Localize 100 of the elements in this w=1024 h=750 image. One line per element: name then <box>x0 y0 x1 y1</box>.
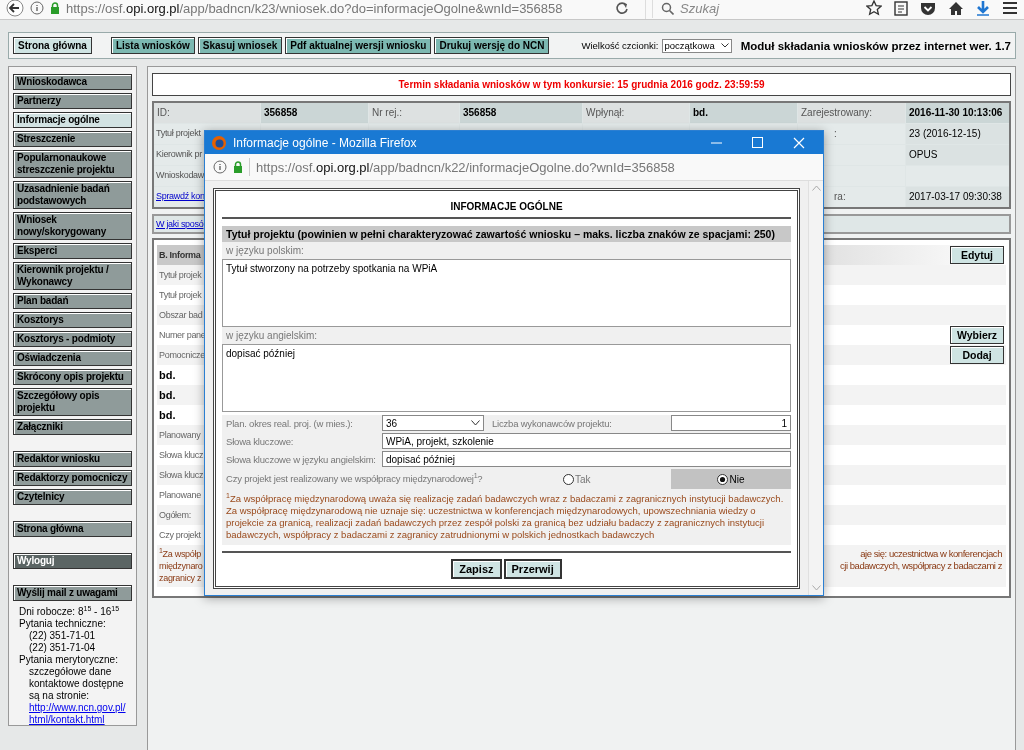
sidebar-item[interactable]: Redaktorzy pomocniczy <box>13 470 132 486</box>
help-link[interactable]: W jaki sposó <box>156 219 204 229</box>
field-label: ID: <box>154 103 260 123</box>
table-cell: 356858 <box>460 103 582 123</box>
back-icon[interactable] <box>6 0 24 17</box>
sidebar-item[interactable]: Redaktor wniosku <box>13 451 132 467</box>
sidebar-item[interactable]: Czytelnicy <box>13 489 132 505</box>
contact-link[interactable]: http://www.ncn.gov.pl/html/kontakt.html <box>29 702 127 726</box>
action-button[interactable]: Dodaj <box>950 346 1004 364</box>
maximize-icon[interactable] <box>752 137 763 148</box>
home-icon[interactable] <box>948 0 964 16</box>
sidebar-item[interactable]: Wnioskodawca <box>13 74 132 90</box>
sidebar-item[interactable]: Kierownik projektu / Wykonawcy <box>13 262 132 290</box>
sidebar-item[interactable]: Oświadczenia <box>13 350 132 366</box>
duration-dropdown[interactable]: 36 <box>382 415 484 431</box>
table-cell: OPUS <box>906 145 1009 165</box>
toolbar-button[interactable]: Pdf aktualnej wersji wniosku <box>285 37 432 54</box>
url-text: https://osf.opi.org.pl/app/badncn/k23/wniosek.do?do=informacjeOgolne&wnId=356858 <box>66 0 563 16</box>
link[interactable]: Sprawdź kon <box>156 191 205 201</box>
toolbar-button[interactable]: Skasuj wniosek <box>197 37 283 54</box>
footnote-text: $^{1}$Za współpracę międzynarodową uważa się realizację zadań badawczych wraz z badaczami z zagranicznych instytucji badawczych. Za współpracę międzynarodową nie uznaje się: uczestnictwa w konferencjach międzynarodowych, upowszechniania wiedzy o projekcie za granicą, realizacji zadań badawczych przez zespół polski za granicą bez udziału badaczy z zagranicznych instytucji badawczych, współpracy z badaczami z zagranicy zatrudnionymi w polskich jednostkach badawczych <box>222 489 791 545</box>
toolbar-button[interactable]: Lista wniosków <box>110 37 195 54</box>
module-title: Moduł składania wniosków przez internet wer. 1.7 <box>740 39 1011 52</box>
field-label: Słowa klucz <box>158 470 204 480</box>
field-label: Planowany <box>158 430 201 440</box>
sidebar-item[interactable]: Skrócony opis projektu <box>13 369 132 385</box>
table-cell: 2016-11-30 10:13:06 <box>906 103 1009 123</box>
field-label: Tytuł projek <box>158 290 202 300</box>
lock-icon <box>50 2 60 14</box>
phone-number: (22) 351-71-01 <box>28 630 97 642</box>
field-label: Czy projekt <box>158 530 201 540</box>
number-field[interactable]: 1 <box>671 415 791 431</box>
footnote-text: aje się: uczestnictwa w konferencjach <box>860 548 1002 560</box>
field-value: bd. <box>158 389 176 401</box>
contact-label: Pytania merytoryczne: <box>19 654 119 666</box>
sidebar-item[interactable]: Wniosek nowy/skorygowany <box>13 212 132 240</box>
table-cell: bd. <box>690 103 797 123</box>
form-heading: INFORMACJE OGÓLNE <box>222 195 791 219</box>
phone-number: (22) 351-71-04 <box>28 642 97 654</box>
section-title: B. Informa <box>159 250 201 260</box>
sidebar-item[interactable]: Kosztorys <box>13 312 132 328</box>
section-header: Tytuł projektu (powinien w pełni charakteryzować zawartość wniosku – maks. liczba znaków ze spacjami: 250) <box>222 226 791 242</box>
menu-icon[interactable] <box>1002 1 1018 15</box>
contact-label: Pytania techniczne: <box>19 618 107 630</box>
form-button[interactable]: Przerwij <box>503 559 562 579</box>
sidebar-item[interactable]: Partnerzy <box>13 93 132 109</box>
chevron-down-icon <box>471 420 480 426</box>
field-label: Planowane <box>158 490 201 500</box>
reload-icon[interactable] <box>615 1 629 15</box>
footnote-text: $^{1}$Za współp <box>159 548 202 560</box>
text-field[interactable]: dopisać później <box>382 451 791 467</box>
field-label: w języku angielskim: <box>222 327 791 344</box>
text-area[interactable]: Tytuł stworzony na potrzeby spotkania na WPiA <box>222 259 791 327</box>
text-field[interactable]: WPiA, projekt, szkolenie <box>382 433 791 449</box>
close-icon[interactable] <box>793 136 805 149</box>
table-cell: 2017-03-17 09:30:38 <box>906 187 1009 207</box>
sidebar-item[interactable]: Szczegółowy opis projektu <box>13 388 132 416</box>
field-label: Wpłynął: <box>583 103 689 123</box>
sidebar-item[interactable]: Plan badań <box>13 293 132 309</box>
sidebar-item[interactable]: Strona główna <box>13 521 132 537</box>
field-label: Słowa kluczowe w języku angielskim: <box>225 452 377 467</box>
logout-button[interactable]: Wyloguj <box>13 553 132 569</box>
field-label: Ogółem: <box>158 510 191 520</box>
radio-option[interactable]: Nie <box>671 469 791 489</box>
sidebar-item[interactable]: Uzasadnienie badań podstawowych <box>13 181 132 209</box>
action-button[interactable]: Wybierz <box>950 326 1004 344</box>
sidebar-item[interactable]: Streszczenie <box>13 131 132 147</box>
star-icon[interactable] <box>866 0 882 16</box>
working-hours: Dni robocze: 8$^{15}$ - 16$^{15}$ <box>19 606 121 618</box>
field-label: Liczba wykonawców projektu: <box>491 416 613 431</box>
sidebar-item[interactable]: Kosztorys - podmioty <box>13 331 132 347</box>
radio-option[interactable]: Tak <box>482 469 671 489</box>
sidebar-item[interactable]: Wyślij mail z uwagami <box>13 585 132 601</box>
sidebar-item[interactable]: Popularnonaukowe streszczenie projektu <box>13 150 132 178</box>
pocket-icon[interactable] <box>920 0 936 16</box>
field-label: Pomocnicze <box>158 350 206 360</box>
text-area[interactable]: dopisać później <box>222 344 791 412</box>
search-icon <box>661 1 674 15</box>
field-label: Obszar bad <box>158 310 203 320</box>
toolbar-button[interactable]: Drukuj wersję do NCN <box>434 37 550 54</box>
form-button[interactable]: Zapisz <box>451 559 502 579</box>
download-icon[interactable] <box>976 0 990 16</box>
sidebar-item[interactable]: Informacje ogólne <box>13 112 132 128</box>
edit-button[interactable]: Edytuj <box>950 246 1004 264</box>
sidebar-item[interactable]: Załączniki <box>13 419 132 435</box>
font-size-dropdown[interactable]: początkowa <box>661 38 732 53</box>
field-value: bd. <box>158 409 176 421</box>
field-label: w języku polskim: <box>222 242 791 259</box>
chevron-down-icon <box>811 585 821 591</box>
sidebar-item[interactable]: Eksperci <box>13 243 132 259</box>
contact-text: szczegółowe dane kontaktowe dostępne są na stronie: <box>29 666 125 702</box>
firefox-icon <box>211 134 227 151</box>
footnote-text: zagranicy z <box>159 572 203 584</box>
field-label: Plan. okres real. proj. (w mies.): <box>225 416 354 431</box>
clipboard-icon[interactable] <box>894 0 908 16</box>
table-cell: 356858 <box>261 103 368 123</box>
lock-icon <box>233 161 243 173</box>
home-button[interactable]: Strona główna <box>13 37 92 54</box>
table-cell: 23 (2016-12-15) <box>906 124 1009 144</box>
font-size-label: Wielkość czcionki: <box>581 40 659 51</box>
